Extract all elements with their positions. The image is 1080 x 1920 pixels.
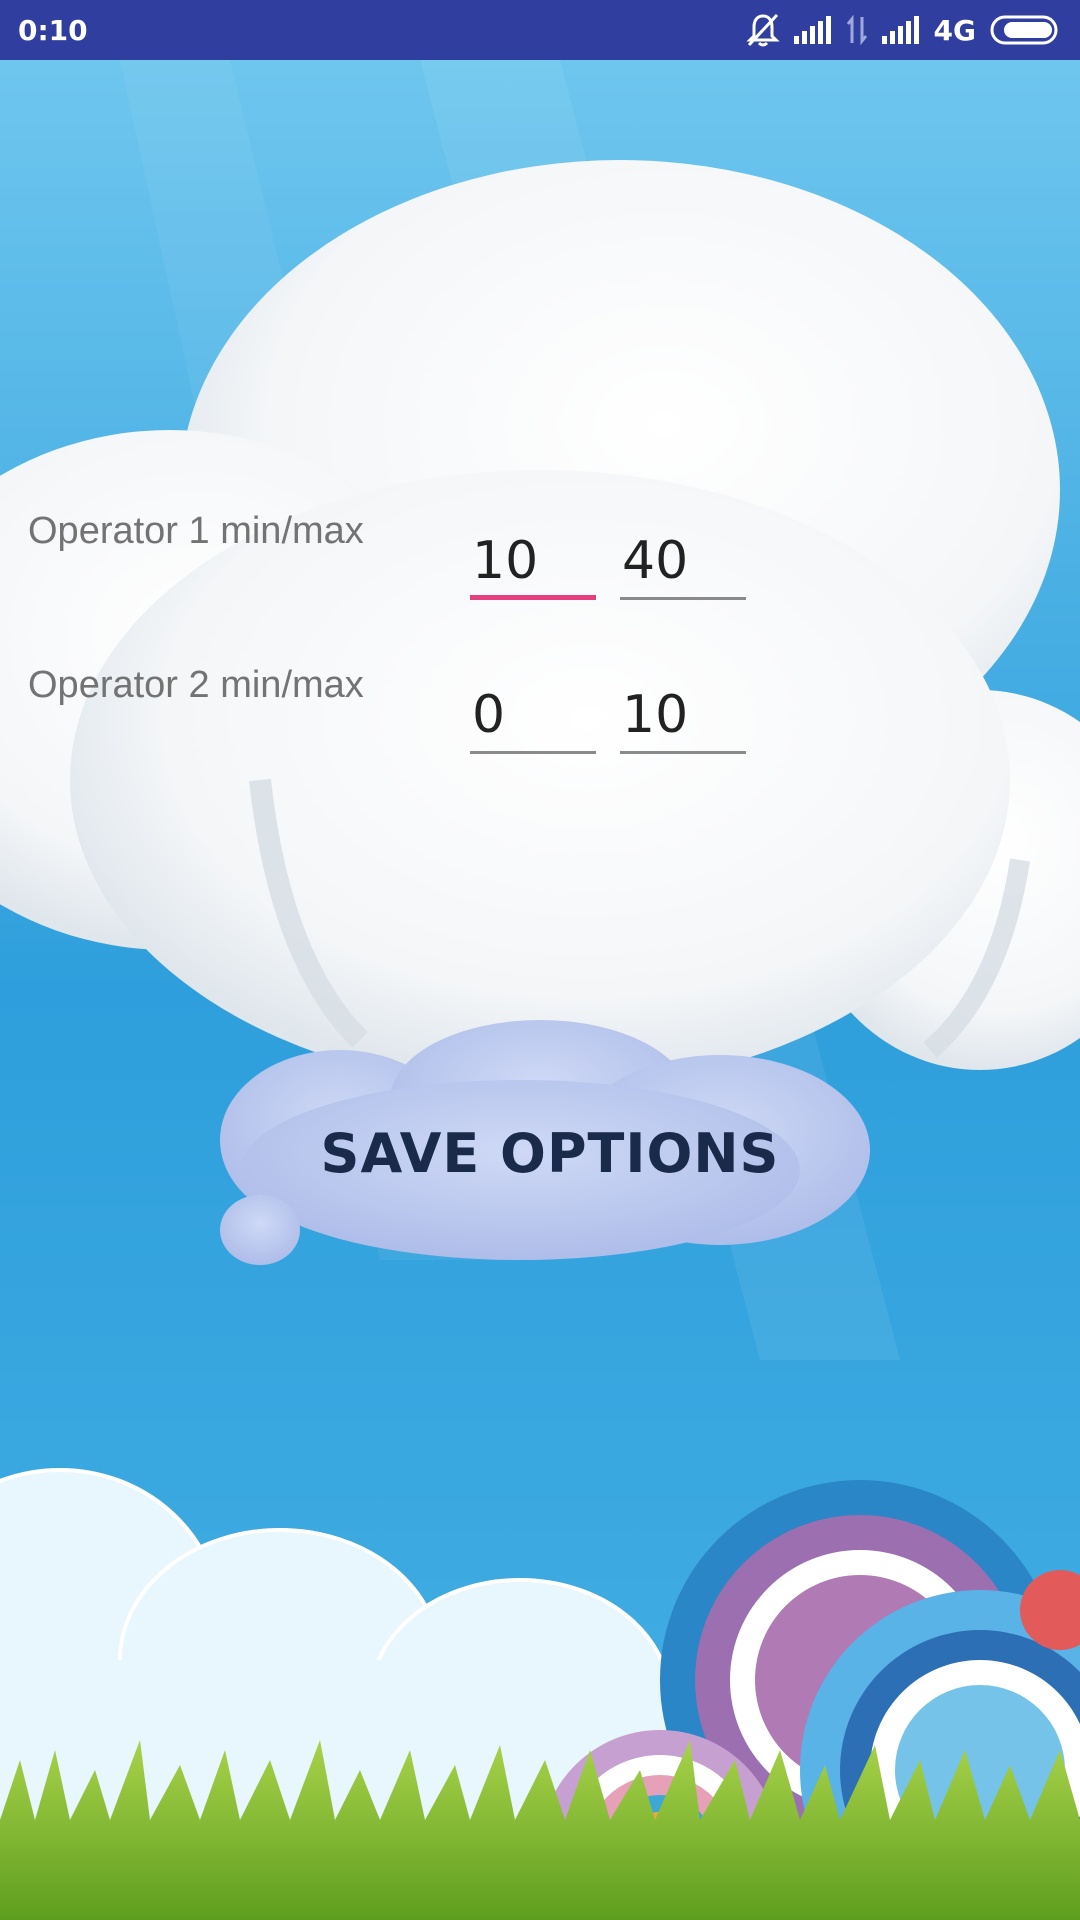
sky-background bbox=[0, 60, 1080, 1920]
save-options-button[interactable]: SAVE OPTIONS bbox=[220, 1050, 880, 1270]
status-bar: 0:10 4G bbox=[0, 0, 1080, 60]
status-time: 0:10 bbox=[18, 13, 88, 47]
operator-2-max-input[interactable]: 10 bbox=[620, 682, 746, 754]
operator-2-label: Operator 2 min/max bbox=[28, 664, 364, 706]
save-options-label: SAVE OPTIONS bbox=[320, 1122, 780, 1185]
signal-icon bbox=[793, 16, 832, 44]
notifications-off-icon bbox=[745, 12, 780, 48]
signal-icon bbox=[881, 16, 920, 44]
data-transfer-icon bbox=[846, 15, 868, 45]
battery-icon bbox=[990, 15, 1062, 45]
operator-1-label: Operator 1 min/max bbox=[28, 510, 364, 552]
operator-1-max-input[interactable]: 40 bbox=[620, 528, 746, 600]
options-screen: Operator 1 min/max 10 40 Operator 2 min/… bbox=[0, 60, 1080, 1920]
network-type: 4G bbox=[933, 13, 976, 47]
status-icons: 4G bbox=[745, 0, 1062, 60]
operator-1-min-input[interactable]: 10 bbox=[470, 528, 596, 600]
operator-2-min-input[interactable]: 0 bbox=[470, 682, 596, 754]
